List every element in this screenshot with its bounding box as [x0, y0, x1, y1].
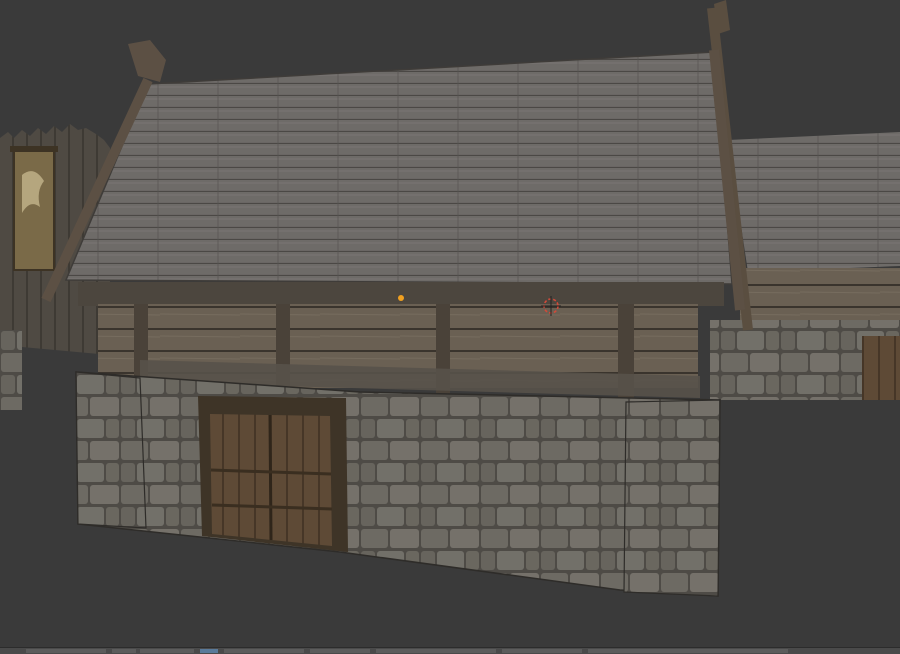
main-roof	[64, 51, 733, 285]
palisade-stone-base	[0, 330, 22, 410]
roof-finial-left	[128, 40, 166, 82]
stone-pillar-right	[623, 399, 721, 597]
status-segment	[588, 649, 788, 653]
status-segment	[200, 649, 218, 653]
status-segment	[376, 649, 496, 653]
main-building	[41, 40, 745, 597]
status-bar	[0, 647, 900, 654]
status-segment	[140, 649, 194, 653]
side-building-roof	[728, 132, 900, 272]
3d-viewport[interactable]	[0, 0, 900, 654]
banner	[10, 146, 58, 271]
stone-base	[75, 371, 721, 597]
status-segment	[224, 649, 304, 653]
side-building	[707, 0, 900, 400]
side-building-door	[862, 336, 900, 400]
status-segment	[502, 649, 582, 653]
selection-dot[interactable]	[398, 295, 404, 301]
status-segment	[310, 649, 370, 653]
scene-canvas[interactable]	[0, 0, 900, 654]
status-segment	[26, 649, 106, 653]
status-segment	[112, 649, 136, 653]
stone-pillar-left	[75, 371, 147, 529]
